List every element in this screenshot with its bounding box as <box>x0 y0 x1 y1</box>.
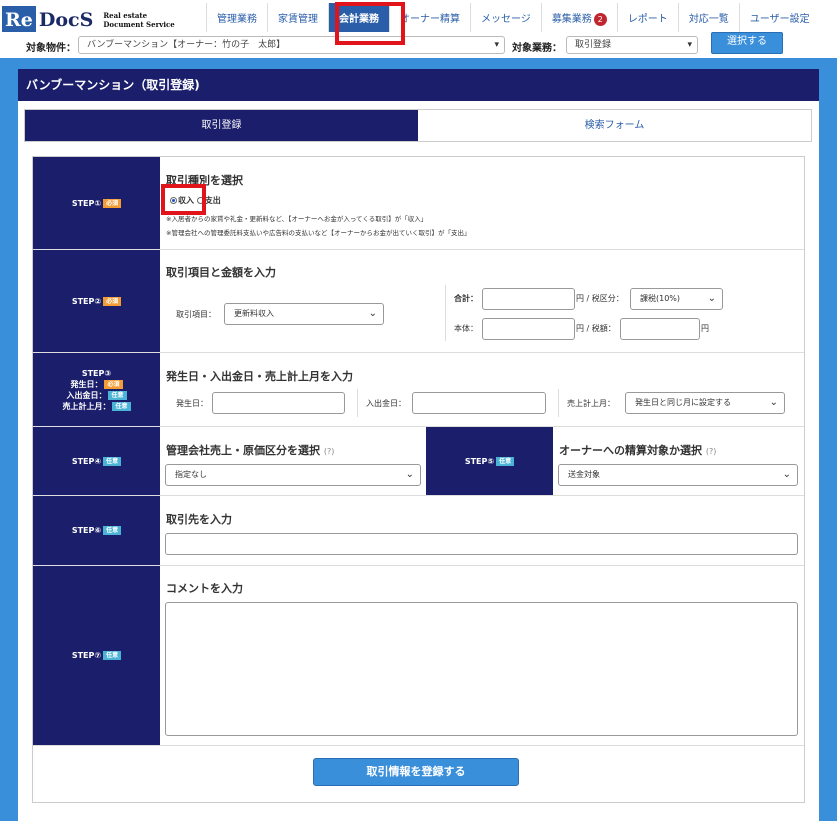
required-tag: 必須 <box>103 296 122 306</box>
main-panel: バンブーマンション（取引登録) 取引登録 検索フォーム STEP① 必須 取引種別… <box>18 69 819 821</box>
step6-label: STEP⑥ 任意 <box>33 496 160 565</box>
logo-re: Re <box>2 6 36 34</box>
tax-amount-input[interactable] <box>620 318 700 340</box>
base-label: 本体： <box>454 324 478 333</box>
optional-tag: 任意 <box>496 456 515 466</box>
radio-income[interactable]: 収入 <box>170 196 194 205</box>
chevron-down-icon: ⌄ <box>707 293 716 304</box>
divider <box>445 285 446 341</box>
step2-heading: 取引項目と金額を入力 <box>166 266 276 279</box>
counterparty-input[interactable] <box>165 533 798 555</box>
tab-register[interactable]: 取引登録 <box>25 110 418 141</box>
radio-unselected-icon <box>196 197 204 204</box>
step7-label: STEP⑦ 任意 <box>33 566 160 745</box>
owner-settlement-select[interactable]: 送金対象 ⌄ <box>558 464 798 486</box>
radio-expense[interactable]: 支出 <box>196 196 221 205</box>
optional-tag: 任意 <box>103 456 122 466</box>
help-icon[interactable]: (?) <box>324 447 335 456</box>
task-select[interactable]: 取引登録 ▾ <box>566 36 698 54</box>
tab-bar: 取引登録 検索フォーム <box>24 109 812 142</box>
optional-tag: 任意 <box>112 401 131 411</box>
step3-heading: 発生日・入出金日・売上計上月を入力 <box>166 370 353 383</box>
transaction-type-radios: 収入 支出 <box>170 195 221 206</box>
notification-badge: 2 <box>593 12 607 26</box>
transaction-form: STEP① 必須 取引種別を選択 収入 支出 ※入居者からの家賃や礼金・更新料など… <box>32 156 805 803</box>
step5-label: STEP⑤ 任意 <box>426 427 553 495</box>
sales-cost-select[interactable]: 指定なし ⌄ <box>165 464 421 486</box>
step3-label: STEP③ 発生日： 必須 入出金日： 任意 売上計上月： 任意 <box>33 353 160 426</box>
step1-heading: 取引種別を選択 <box>166 174 243 187</box>
property-label: 対象物件： <box>26 43 76 54</box>
tax-amount-label: 円 / 税額： <box>576 324 616 333</box>
step4-label: STEP④ 任意 <box>33 427 160 495</box>
help-icon[interactable]: (?) <box>706 447 717 456</box>
chevron-down-icon: ▾ <box>687 40 692 50</box>
payment-date-input[interactable] <box>412 392 546 414</box>
sales-month-select[interactable]: 発生日と同じ月に設定する ⌄ <box>625 392 785 414</box>
base-amount-input[interactable] <box>482 318 575 340</box>
payment-date-label: 入出金日： <box>366 399 406 408</box>
comment-textarea[interactable] <box>165 602 798 736</box>
chevron-down-icon: ⌄ <box>769 397 778 408</box>
occur-date-input[interactable] <box>212 392 345 414</box>
tab-search-form[interactable]: 検索フォーム <box>418 110 811 141</box>
step2-label: STEP② 必須 <box>33 250 160 352</box>
divider <box>33 745 804 746</box>
chevron-down-icon: ⌄ <box>368 308 377 319</box>
item-label: 取引項目： <box>176 310 216 319</box>
nav-recruitment-label: 募集業務 <box>551 14 592 25</box>
occur-date-label: 発生日： <box>176 399 208 408</box>
register-transaction-button[interactable]: 取引情報を登録する <box>313 758 519 786</box>
logo-subtitle: Real estate Document Service <box>103 11 175 29</box>
income-note: ※入居者からの家賃や礼金・更新料など、【オーナーへお金が入ってくる取引】が「収入… <box>166 215 428 223</box>
required-tag: 必須 <box>103 198 122 208</box>
step5-heading: オーナーへの精算対象か選択 (?) <box>559 444 717 457</box>
chevron-down-icon: ▾ <box>494 40 499 50</box>
tax-class-select[interactable]: 課税(10%) ⌄ <box>630 288 723 310</box>
optional-tag: 任意 <box>103 651 122 660</box>
logo-docs: DocS <box>38 9 94 31</box>
sales-month-label: 売上計上月： <box>567 399 615 408</box>
chevron-down-icon: ⌄ <box>405 469 414 480</box>
divider <box>357 389 358 417</box>
property-select[interactable]: バンブーマンション【オーナー：竹の子 太郎】 ▾ <box>78 36 505 54</box>
step1-label: STEP① 必須 <box>33 157 160 249</box>
tax-class-label: 円 / 税区分： <box>576 294 624 303</box>
required-tag: 必須 <box>104 379 123 389</box>
total-input[interactable] <box>482 288 575 310</box>
radio-selected-icon <box>170 197 177 204</box>
expense-note: ※管理会社への管理委託料支払いや広告料の支払いなど【オーナーからお金が出ていく取… <box>166 229 471 237</box>
task-label: 対象業務： <box>512 43 562 54</box>
select-button[interactable]: 選択する <box>711 32 783 54</box>
total-label: 合計： <box>454 294 478 303</box>
step6-heading: 取引先を入力 <box>166 513 232 526</box>
step7-heading: コメントを入力 <box>166 582 243 595</box>
redocs-logo[interactable]: Re DocS Real estate Document Service <box>2 6 175 34</box>
optional-tag: 任意 <box>108 390 127 400</box>
optional-tag: 任意 <box>103 526 122 535</box>
yen-label: 円 <box>701 324 709 333</box>
transaction-item-select[interactable]: 更新料収入 ⌄ <box>224 303 384 325</box>
panel-title: バンブーマンション（取引登録) <box>18 69 819 101</box>
chevron-down-icon: ⌄ <box>782 469 791 480</box>
divider <box>558 389 559 417</box>
step4-heading: 管理会社売上・原価区分を選択 (?) <box>166 444 335 457</box>
